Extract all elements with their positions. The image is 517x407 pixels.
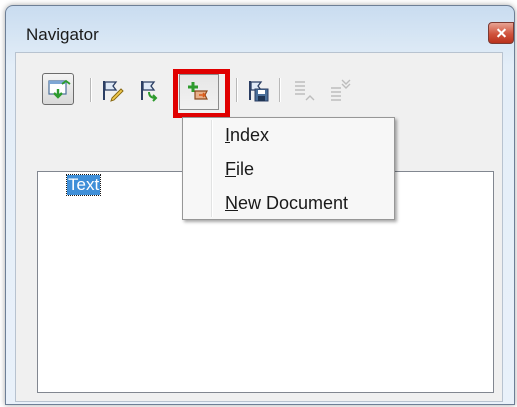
toolbar-separator	[236, 78, 238, 102]
navigator-panel: Text	[15, 52, 503, 402]
toolbar-separator	[279, 78, 281, 102]
toolbar-separator	[90, 78, 92, 102]
highlight-box	[173, 69, 230, 118]
tree-item-text[interactable]: Text	[65, 174, 102, 196]
menu-item-file[interactable]: File	[225, 158, 254, 180]
window-title: Navigator	[26, 25, 99, 44]
menu-item-index[interactable]: Index	[225, 124, 269, 146]
toggle-button[interactable]	[42, 73, 74, 105]
close-button[interactable]	[488, 22, 514, 44]
edit-button[interactable]	[96, 74, 128, 106]
menu-item-label: ndex	[230, 125, 270, 145]
navigator-window: Navigator Text Index File New Document	[5, 5, 515, 405]
menu-item-label: ile	[236, 159, 255, 179]
menu-item-new-document[interactable]: New Document	[225, 192, 348, 214]
move-up-button[interactable]	[288, 74, 320, 106]
move-down-button[interactable]	[324, 74, 356, 106]
save-as-button[interactable]	[242, 74, 274, 106]
update-button[interactable]	[134, 74, 166, 106]
menu-item-accelerator: F	[225, 159, 236, 179]
menu-item-label: ew Document	[238, 193, 349, 213]
menu-item-accelerator: N	[225, 193, 238, 213]
insert-menu: Index File New Document	[182, 117, 395, 220]
